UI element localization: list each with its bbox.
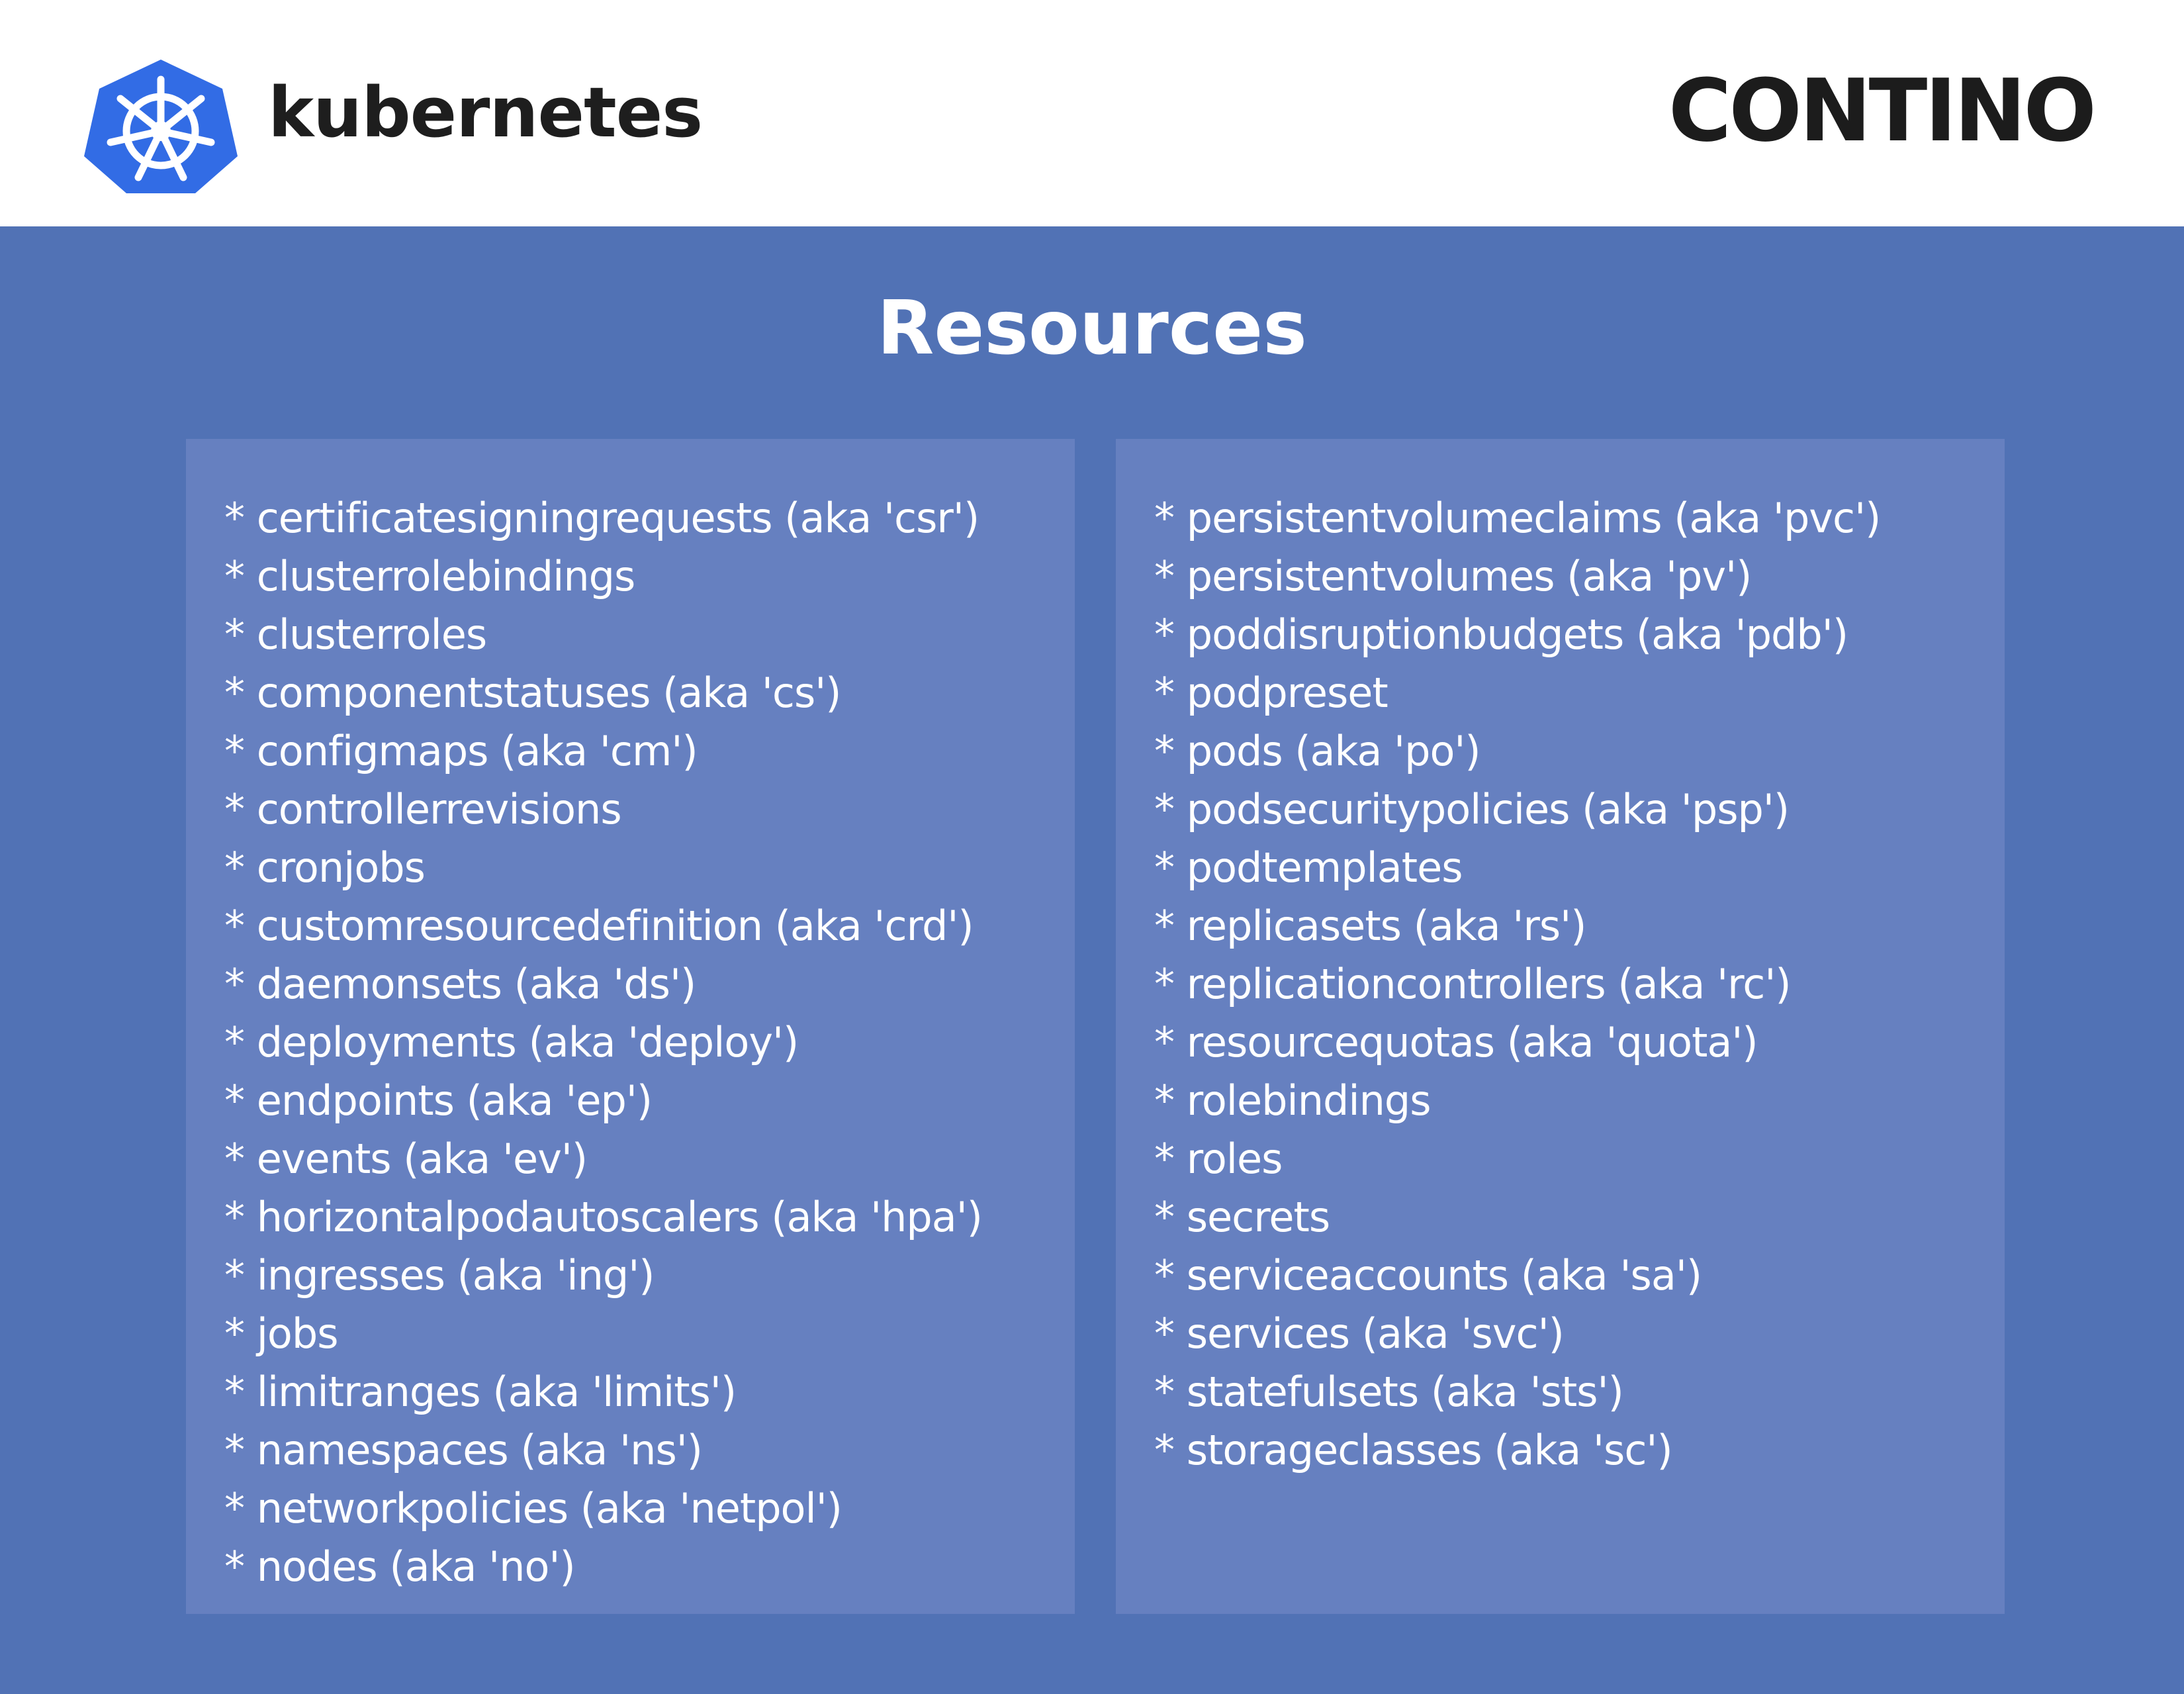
list-item: * componentstatuses (aka 'cs') bbox=[224, 669, 841, 717]
list-item: * customresourcedefinition (aka 'crd') bbox=[224, 902, 974, 950]
list-item: * limitranges (aka 'limits') bbox=[224, 1368, 737, 1416]
contino-wordmark: CONTINO bbox=[1668, 60, 2097, 161]
kubernetes-wordmark: kubernetes bbox=[268, 72, 703, 153]
list-item: * pods (aka 'po') bbox=[1154, 727, 1481, 775]
list-item: * rolebindings bbox=[1154, 1076, 1432, 1125]
list-item: * persistentvolumes (aka 'pv') bbox=[1154, 552, 1752, 600]
list-item: * controllerrevisions bbox=[224, 785, 622, 833]
resource-list-right: * persistentvolumeclaims (aka 'pvc') * p… bbox=[1154, 489, 1881, 1480]
list-item: * daemonsets (aka 'ds') bbox=[224, 960, 696, 1008]
list-item: * clusterroles bbox=[224, 610, 487, 659]
resources-panel-right: * persistentvolumeclaims (aka 'pvc') * p… bbox=[1116, 439, 2005, 1614]
list-item: * secrets bbox=[1154, 1193, 1330, 1241]
list-item: * resourcequotas (aka 'quota') bbox=[1154, 1018, 1758, 1066]
list-item: * endpoints (aka 'ep') bbox=[224, 1076, 653, 1125]
list-item: * nodes (aka 'no') bbox=[224, 1542, 576, 1591]
page-title: Resources bbox=[877, 285, 1307, 371]
list-item: * deployments (aka 'deploy') bbox=[224, 1018, 799, 1066]
resources-panel-left: * certificatesigningrequests (aka 'csr')… bbox=[186, 439, 1075, 1614]
list-item: * cronjobs bbox=[224, 843, 426, 892]
list-item: * clusterrolebindings bbox=[224, 552, 635, 600]
kubernetes-helm-wheel-icon bbox=[84, 60, 238, 193]
list-item: * poddisruptionbudgets (aka 'pdb') bbox=[1154, 610, 1848, 659]
list-item: * statefulsets (aka 'sts') bbox=[1154, 1368, 1624, 1416]
list-item: * jobs bbox=[224, 1309, 339, 1358]
list-item: * podsecuritypolicies (aka 'psp') bbox=[1154, 785, 1790, 833]
list-item: * events (aka 'ev') bbox=[224, 1135, 588, 1183]
list-item: * horizontalpodautoscalers (aka 'hpa') bbox=[224, 1193, 983, 1241]
list-item: * serviceaccounts (aka 'sa') bbox=[1154, 1251, 1702, 1299]
list-item: * configmaps (aka 'cm') bbox=[224, 727, 698, 775]
list-item: * services (aka 'svc') bbox=[1154, 1309, 1565, 1358]
list-item: * podtemplates bbox=[1154, 843, 1463, 892]
list-item: * certificatesigningrequests (aka 'csr') bbox=[224, 494, 979, 542]
list-item: * replicationcontrollers (aka 'rc') bbox=[1154, 960, 1792, 1008]
list-item: * ingresses (aka 'ing') bbox=[224, 1251, 655, 1299]
list-item: * persistentvolumeclaims (aka 'pvc') bbox=[1154, 494, 1881, 542]
list-item: * namespaces (aka 'ns') bbox=[224, 1426, 703, 1474]
list-item: * storageclasses (aka 'sc') bbox=[1154, 1426, 1673, 1474]
list-item: * roles bbox=[1154, 1135, 1283, 1183]
header-bar: kubernetes CONTINO bbox=[0, 0, 2184, 226]
list-item: * networkpolicies (aka 'netpol') bbox=[224, 1484, 842, 1532]
list-item: * replicasets (aka 'rs') bbox=[1154, 902, 1586, 950]
resource-list-left: * certificatesigningrequests (aka 'csr')… bbox=[224, 489, 983, 1596]
list-item: * podpreset bbox=[1154, 669, 1388, 717]
